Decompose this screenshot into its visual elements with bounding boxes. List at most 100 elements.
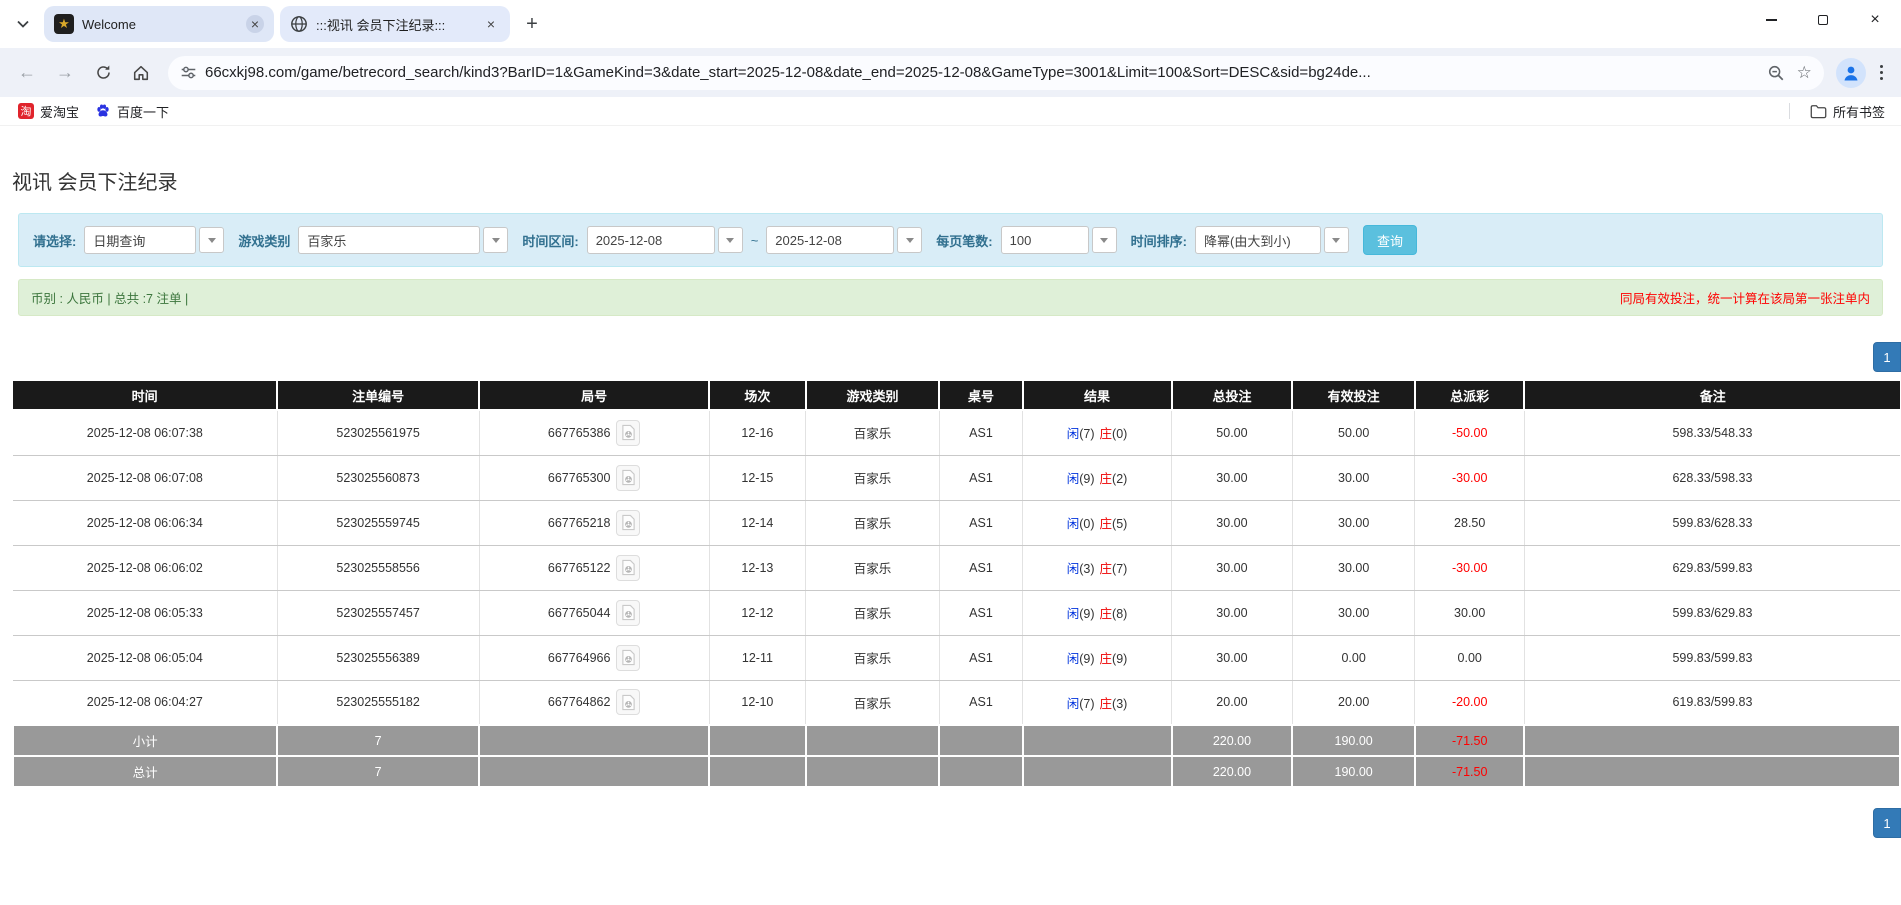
bet-id: 523025558556 (277, 545, 479, 590)
chevron-down-icon (1100, 238, 1108, 243)
video-record-button[interactable] (616, 420, 640, 446)
game-type-label: 游戏类别 (238, 231, 290, 250)
player-points: (0) (1079, 517, 1094, 531)
note: 629.83/599.83 (1524, 545, 1900, 590)
tab-close-icon[interactable]: × (482, 15, 500, 33)
video-record-button[interactable] (616, 600, 640, 626)
all-bookmarks-label: 所有书签 (1833, 102, 1885, 121)
date-start-select[interactable]: 2025-12-08 (587, 226, 743, 254)
video-record-button[interactable] (616, 555, 640, 581)
video-record-button[interactable] (616, 465, 640, 491)
sort-value[interactable]: 降幂(由大到小) (1195, 226, 1321, 254)
tab-search-button[interactable] (8, 9, 38, 39)
video-record-icon (621, 694, 636, 711)
dropdown-button[interactable] (1092, 227, 1117, 253)
dropdown-button[interactable] (718, 227, 743, 253)
page-1-button[interactable]: 1 (1873, 808, 1901, 838)
total-bet-link[interactable]: 50.00 (1172, 410, 1293, 455)
date-end-select[interactable]: 2025-12-08 (766, 226, 922, 254)
total-bet-link[interactable]: 30.00 (1172, 500, 1293, 545)
game-type-select[interactable]: 百家乐 (298, 226, 508, 254)
result-cell: 闲(0)庄(5) (1023, 500, 1172, 545)
player-result: 闲 (1067, 652, 1080, 666)
bet-time: 2025-12-08 06:07:08 (13, 455, 277, 500)
tab-close-icon[interactable]: × (246, 15, 264, 33)
note: 598.33/548.33 (1524, 410, 1900, 455)
payout: 28.50 (1415, 500, 1524, 545)
window-close-button[interactable]: × (1849, 0, 1901, 40)
game-type-value[interactable]: 百家乐 (298, 226, 480, 254)
reload-icon (95, 64, 112, 81)
bookmark-baidu[interactable]: 百度一下 (87, 99, 177, 124)
window-maximize-button[interactable] (1797, 0, 1849, 40)
page-1-button[interactable]: 1 (1873, 342, 1901, 372)
per-page-value[interactable]: 100 (1001, 226, 1089, 254)
result-cell: 闲(7)庄(3) (1023, 680, 1172, 725)
zoom-icon[interactable] (1767, 64, 1785, 82)
profile-avatar[interactable] (1836, 58, 1866, 88)
valid-bet: 50.00 (1292, 410, 1415, 455)
bookmark-star-icon[interactable]: ☆ (1797, 63, 1812, 83)
valid-bet-notice: 同局有效投注，统一计算在该局第一张注单内 (1620, 288, 1870, 307)
search-button[interactable]: 查询 (1363, 225, 1417, 255)
video-record-button[interactable] (616, 645, 640, 671)
subtotal-row: 小计 7 220.00 190.00 -71.50 (13, 725, 1900, 756)
total-bet-link[interactable]: 30.00 (1172, 455, 1293, 500)
session: 12-12 (709, 590, 805, 635)
filter-bar: 请选择: 日期查询 游戏类别 百家乐 时间区间: 2025-12-08 ~ 20… (18, 213, 1883, 267)
dropdown-button[interactable] (897, 227, 922, 253)
all-bookmarks-button[interactable]: 所有书签 (1804, 99, 1891, 124)
round-cell: 667765218 (479, 500, 709, 545)
home-button[interactable] (124, 56, 158, 90)
col-header-result: 结果 (1023, 381, 1172, 410)
bookmark-taobao[interactable]: 淘 爱淘宝 (10, 99, 87, 124)
banker-points: (5) (1112, 517, 1127, 531)
tab-title: Welcome (82, 17, 238, 32)
dropdown-button[interactable] (199, 227, 224, 253)
total-bet-link[interactable]: 30.00 (1172, 545, 1293, 590)
table-number: AS1 (939, 590, 1022, 635)
total-bet-link[interactable]: 20.00 (1172, 680, 1293, 725)
payout: -20.00 (1415, 680, 1524, 725)
bookmarks-bar: 淘 爱淘宝 百度一下 所有书签 (0, 97, 1901, 126)
banker-result: 庄 (1100, 472, 1113, 486)
dropdown-button[interactable] (1324, 227, 1349, 253)
total-bet-link[interactable]: 30.00 (1172, 635, 1293, 680)
tab-welcome[interactable]: ★ Welcome × (44, 6, 274, 42)
col-header-total-bet: 总投注 (1172, 381, 1293, 410)
forward-button[interactable]: → (48, 56, 82, 90)
window-minimize-button[interactable] (1745, 0, 1797, 40)
query-type-value[interactable]: 日期查询 (84, 226, 196, 254)
player-result: 闲 (1067, 562, 1080, 576)
back-button[interactable]: ← (10, 56, 44, 90)
tab-betrecord[interactable]: :::视讯 会员下注纪录::: × (280, 6, 510, 42)
bet-time: 2025-12-08 06:07:38 (13, 410, 277, 455)
url-bar[interactable]: 66cxkj98.com/game/betrecord_search/kind3… (168, 56, 1824, 90)
query-type-select[interactable]: 日期查询 (84, 226, 224, 254)
new-tab-button[interactable]: + (518, 10, 546, 38)
banker-result: 庄 (1100, 427, 1113, 441)
chevron-down-icon (906, 238, 914, 243)
table-header-row: 时间 注单编号 局号 场次 游戏类别 桌号 结果 总投注 有效投注 总派彩 备注 (13, 381, 1900, 410)
session: 12-14 (709, 500, 805, 545)
round-number: 667764862 (548, 695, 611, 709)
date-end-value[interactable]: 2025-12-08 (766, 226, 894, 254)
note: 599.83/599.83 (1524, 635, 1900, 680)
range-tilde: ~ (751, 233, 759, 248)
video-record-button[interactable] (616, 689, 640, 715)
video-record-button[interactable] (616, 510, 640, 536)
date-start-value[interactable]: 2025-12-08 (587, 226, 715, 254)
per-page-select[interactable]: 100 (1001, 226, 1117, 254)
dropdown-button[interactable] (483, 227, 508, 253)
note: 619.83/599.83 (1524, 680, 1900, 725)
col-header-table: 桌号 (939, 381, 1022, 410)
player-result: 闲 (1067, 472, 1080, 486)
browser-menu-button[interactable] (1870, 57, 1893, 88)
total-bet-link[interactable]: 30.00 (1172, 590, 1293, 635)
divider (1789, 103, 1790, 119)
folder-icon (1810, 104, 1827, 119)
result-cell: 闲(9)庄(9) (1023, 635, 1172, 680)
sort-select[interactable]: 降幂(由大到小) (1195, 226, 1349, 254)
reload-button[interactable] (86, 56, 120, 90)
chevron-down-icon (1332, 238, 1340, 243)
